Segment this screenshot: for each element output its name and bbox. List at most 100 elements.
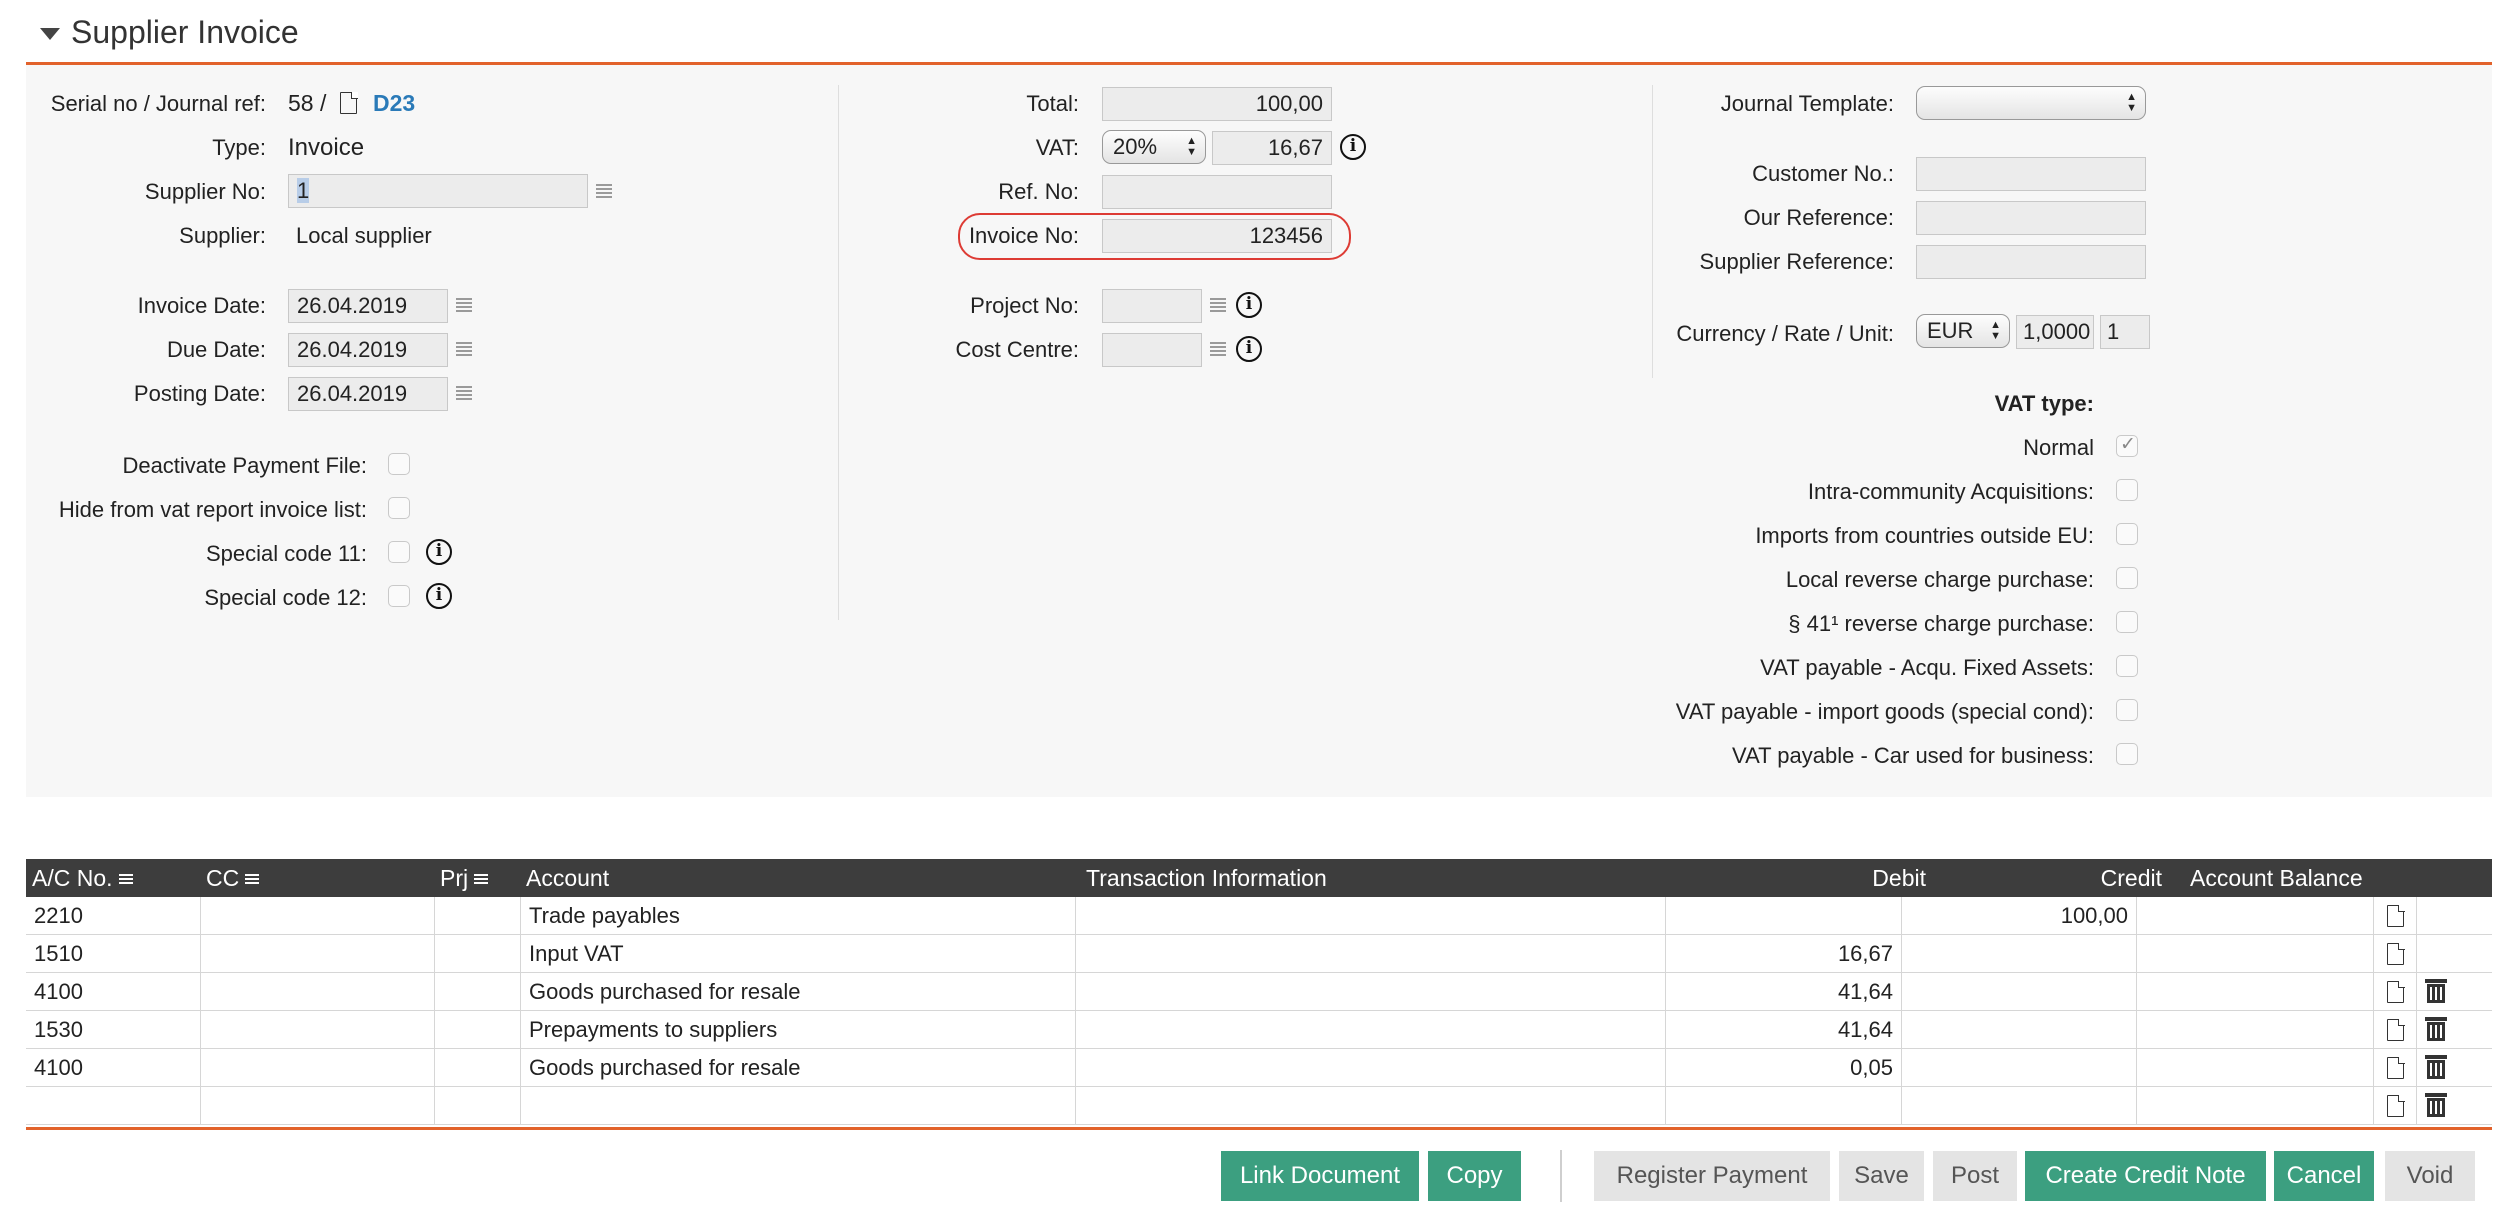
vat-type-section-41-checkbox[interactable]	[2116, 611, 2138, 633]
trash-icon[interactable]	[2425, 979, 2447, 1003]
cell-account[interactable]: Goods purchased for resale	[521, 973, 1076, 1011]
cell-account-balance[interactable]	[2137, 973, 2374, 1011]
project-list-icon[interactable]	[1210, 298, 1226, 312]
collapse-triangle-icon[interactable]	[40, 28, 60, 40]
cell-cc[interactable]	[201, 1011, 435, 1049]
vat-type-imports-checkbox[interactable]	[2116, 523, 2138, 545]
special-code-12-checkbox[interactable]	[388, 585, 410, 607]
vat-rate-select[interactable]: 20% ▲ ▼	[1102, 130, 1206, 164]
cell-prj[interactable]	[435, 1087, 521, 1125]
link-document-button[interactable]: Link Document	[1221, 1151, 1419, 1201]
cell-account[interactable]: Prepayments to suppliers	[521, 1011, 1076, 1049]
cell-prj[interactable]	[435, 1011, 521, 1049]
cell-prj[interactable]	[435, 897, 521, 935]
invoice-date-input[interactable]: 26.04.2019	[288, 289, 448, 323]
unit-input[interactable]: 1	[2100, 315, 2150, 349]
info-icon[interactable]: i	[1340, 134, 1366, 160]
table-row[interactable]: 2210 Trade payables 100,00	[26, 897, 2492, 935]
cell-debit[interactable]: 16,67	[1666, 935, 1902, 973]
cell-transaction[interactable]	[1076, 1049, 1666, 1087]
document-icon[interactable]	[2387, 904, 2405, 927]
due-date-picker-icon[interactable]	[456, 342, 472, 356]
cell-prj[interactable]	[435, 935, 521, 973]
cell-debit[interactable]: 0,05	[1666, 1049, 1902, 1087]
deactivate-payment-checkbox[interactable]	[388, 453, 410, 475]
cell-prj[interactable]	[435, 973, 521, 1011]
cell-credit[interactable]	[1902, 973, 2137, 1011]
ref-no-input[interactable]	[1102, 175, 1332, 209]
rate-input[interactable]: 1,0000	[2016, 315, 2094, 349]
trash-icon[interactable]	[2425, 1055, 2447, 1079]
cell-debit[interactable]: 41,64	[1666, 1011, 1902, 1049]
table-row[interactable]: 1510 Input VAT 16,67	[26, 935, 2492, 973]
due-date-input[interactable]: 26.04.2019	[288, 333, 448, 367]
table-row[interactable]: 4100 Goods purchased for resale 0,05	[26, 1049, 2492, 1087]
supplier-reference-input[interactable]	[1916, 245, 2146, 279]
cancel-button[interactable]: Cancel	[2274, 1151, 2374, 1201]
vat-type-fixed-assets-checkbox[interactable]	[2116, 655, 2138, 677]
cell-account[interactable]	[521, 1087, 1076, 1125]
void-button[interactable]: Void	[2385, 1151, 2475, 1201]
supplier-list-icon[interactable]	[596, 184, 612, 198]
cell-cc[interactable]	[201, 1049, 435, 1087]
total-input[interactable]: 100,00	[1102, 87, 1332, 121]
cell-credit[interactable]	[1902, 1011, 2137, 1049]
currency-select[interactable]: EUR ▲ ▼	[1916, 314, 2010, 348]
trash-icon[interactable]	[2425, 1093, 2447, 1117]
cell-ac-no[interactable]: 1510	[26, 935, 201, 973]
vat-type-normal-checkbox[interactable]	[2116, 433, 2138, 457]
table-row[interactable]	[26, 1087, 2492, 1125]
cost-centre-input[interactable]	[1102, 333, 1202, 367]
cell-cc[interactable]	[201, 897, 435, 935]
copy-button[interactable]: Copy	[1428, 1151, 1521, 1201]
cell-credit[interactable]	[1902, 1087, 2137, 1125]
cell-transaction[interactable]	[1076, 897, 1666, 935]
column-header-prj[interactable]: Prj	[440, 865, 489, 892]
cell-credit[interactable]	[1902, 1049, 2137, 1087]
cell-cc[interactable]	[201, 1087, 435, 1125]
vat-amount-input[interactable]: 16,67	[1212, 131, 1332, 165]
info-icon[interactable]: i	[426, 583, 452, 609]
cell-credit[interactable]: 100,00	[1902, 897, 2137, 935]
posting-date-input[interactable]: 26.04.2019	[288, 377, 448, 411]
create-credit-note-button[interactable]: Create Credit Note	[2025, 1151, 2266, 1201]
document-icon[interactable]	[2387, 1094, 2405, 1117]
vat-type-car-business-checkbox[interactable]	[2116, 743, 2138, 765]
info-icon[interactable]: i	[1236, 292, 1262, 318]
cell-account-balance[interactable]	[2137, 1049, 2374, 1087]
invoice-no-input[interactable]: 123456	[1102, 219, 1332, 253]
cell-ac-no[interactable]: 1530	[26, 1011, 201, 1049]
cell-debit[interactable]: 41,64	[1666, 973, 1902, 1011]
vat-type-import-goods-checkbox[interactable]	[2116, 699, 2138, 721]
supplier-no-input[interactable]: 1	[288, 174, 588, 208]
cell-prj[interactable]	[435, 1049, 521, 1087]
journal-ref-link[interactable]: D23	[373, 90, 415, 117]
vat-type-local-reverse-checkbox[interactable]	[2116, 567, 2138, 589]
save-button[interactable]: Save	[1839, 1151, 1924, 1201]
cell-ac-no[interactable]: 4100	[26, 1049, 201, 1087]
document-icon[interactable]	[2387, 1056, 2405, 1079]
cell-ac-no[interactable]: 4100	[26, 973, 201, 1011]
cell-cc[interactable]	[201, 935, 435, 973]
project-no-input[interactable]	[1102, 289, 1202, 323]
cell-credit[interactable]	[1902, 935, 2137, 973]
cell-debit[interactable]	[1666, 1087, 1902, 1125]
column-header-ac-no[interactable]: A/C No.	[32, 865, 133, 892]
cell-account[interactable]: Goods purchased for resale	[521, 1049, 1076, 1087]
cell-account-balance[interactable]	[2137, 935, 2374, 973]
hide-vat-checkbox[interactable]	[388, 497, 410, 519]
cell-account-balance[interactable]	[2137, 1011, 2374, 1049]
column-header-cc[interactable]: CC	[206, 865, 260, 892]
cell-transaction[interactable]	[1076, 973, 1666, 1011]
cost-centre-list-icon[interactable]	[1210, 342, 1226, 356]
journal-template-select[interactable]: ▲ ▼	[1916, 86, 2146, 120]
register-payment-button[interactable]: Register Payment	[1594, 1151, 1830, 1201]
table-row[interactable]: 4100 Goods purchased for resale 41,64	[26, 973, 2492, 1011]
cell-ac-no[interactable]	[26, 1087, 201, 1125]
info-icon[interactable]: i	[1236, 336, 1262, 362]
section-header[interactable]: Supplier Invoice	[26, 0, 2492, 65]
cell-transaction[interactable]	[1076, 1011, 1666, 1049]
vat-type-intra-community-checkbox[interactable]	[2116, 479, 2138, 501]
our-reference-input[interactable]	[1916, 201, 2146, 235]
document-icon[interactable]	[2387, 1018, 2405, 1041]
